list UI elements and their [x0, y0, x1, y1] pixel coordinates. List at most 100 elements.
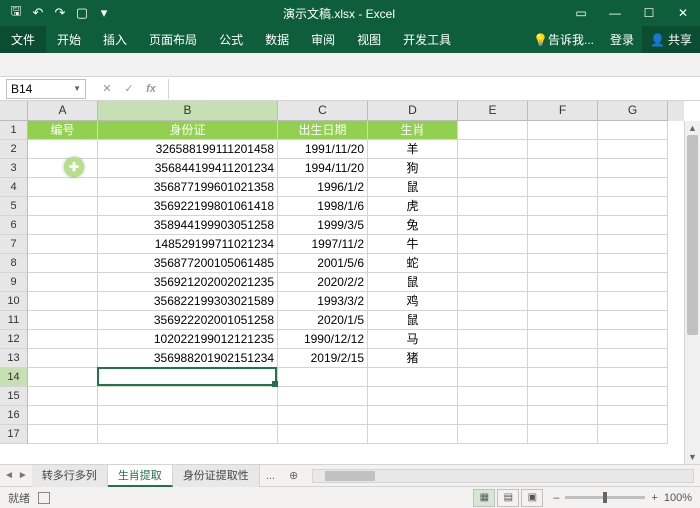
row-headers[interactable]: 1234567891011121314151617 [0, 121, 28, 444]
row-header-7[interactable]: 7 [0, 235, 28, 254]
col-header-G[interactable]: G [598, 101, 668, 121]
cell-A6[interactable] [28, 216, 98, 235]
row-header-8[interactable]: 8 [0, 254, 28, 273]
cell-D12[interactable]: 马 [368, 330, 458, 349]
tab-layout[interactable]: 页面布局 [138, 26, 208, 53]
row-header-6[interactable]: 6 [0, 216, 28, 235]
tab-insert[interactable]: 插入 [92, 26, 138, 53]
cell-C15[interactable] [278, 387, 368, 406]
cell-F13[interactable] [528, 349, 598, 368]
sheet-tab-1[interactable]: 转多行多列 [32, 465, 108, 487]
sheet-tab-2[interactable]: 生肖提取 [108, 465, 173, 487]
cell-A12[interactable] [28, 330, 98, 349]
cell-G14[interactable] [598, 368, 668, 387]
fx-icon[interactable]: fx [140, 79, 162, 99]
cell-G5[interactable] [598, 197, 668, 216]
name-box-dropdown-icon[interactable]: ▼ [73, 84, 81, 93]
cell-G2[interactable] [598, 140, 668, 159]
zoom-slider[interactable] [565, 496, 645, 499]
cell-A5[interactable] [28, 197, 98, 216]
cell-G10[interactable] [598, 292, 668, 311]
cell-F4[interactable] [528, 178, 598, 197]
cell-E6[interactable] [458, 216, 528, 235]
cell-C4[interactable]: 1996/1/2 [278, 178, 368, 197]
close-icon[interactable]: ✕ [666, 0, 700, 26]
qat-dropdown-icon[interactable]: ▾ [94, 3, 114, 23]
tab-view[interactable]: 视图 [346, 26, 392, 53]
cell-A2[interactable] [28, 140, 98, 159]
cell-E17[interactable] [458, 425, 528, 444]
col-header-B[interactable]: B [98, 101, 278, 121]
cell-B14[interactable] [98, 368, 278, 387]
cell-G4[interactable] [598, 178, 668, 197]
cell-B6[interactable]: 358944199903051258 [98, 216, 278, 235]
cell-C16[interactable] [278, 406, 368, 425]
row-header-14[interactable]: 14 [0, 368, 28, 387]
col-header-D[interactable]: D [368, 101, 458, 121]
cell-F2[interactable] [528, 140, 598, 159]
cell-F3[interactable] [528, 159, 598, 178]
cell-G16[interactable] [598, 406, 668, 425]
row-header-11[interactable]: 11 [0, 311, 28, 330]
cell-E1[interactable] [458, 121, 528, 140]
row-header-2[interactable]: 2 [0, 140, 28, 159]
cell-G3[interactable] [598, 159, 668, 178]
cell-C7[interactable]: 1997/11/2 [278, 235, 368, 254]
cell-A3[interactable] [28, 159, 98, 178]
cell-B2[interactable]: 326588199111201458 [98, 140, 278, 159]
cell-C17[interactable] [278, 425, 368, 444]
cell-D2[interactable]: 羊 [368, 140, 458, 159]
row-header-4[interactable]: 4 [0, 178, 28, 197]
scroll-up-icon[interactable]: ▲ [685, 121, 700, 135]
cell-A11[interactable] [28, 311, 98, 330]
row-header-12[interactable]: 12 [0, 330, 28, 349]
row-header-16[interactable]: 16 [0, 406, 28, 425]
cell-D17[interactable] [368, 425, 458, 444]
redo-icon[interactable]: ↷ [50, 3, 70, 23]
cell-A7[interactable] [28, 235, 98, 254]
cell-F14[interactable] [528, 368, 598, 387]
cell-D16[interactable] [368, 406, 458, 425]
cell-B5[interactable]: 356922199801061418 [98, 197, 278, 216]
zoom-out-icon[interactable]: – [553, 492, 559, 504]
cell-F11[interactable] [528, 311, 598, 330]
cell-E16[interactable] [458, 406, 528, 425]
cell-G7[interactable] [598, 235, 668, 254]
cell-C14[interactable] [278, 368, 368, 387]
cell-C1[interactable]: 出生日期 [278, 121, 368, 140]
cell-G11[interactable] [598, 311, 668, 330]
cell-B1[interactable]: 身份证 [98, 121, 278, 140]
ribbon-display-icon[interactable]: ▭ [564, 0, 598, 26]
cell-E11[interactable] [458, 311, 528, 330]
formula-input[interactable] [169, 77, 700, 100]
macro-record-icon[interactable] [38, 492, 50, 504]
cell-F6[interactable] [528, 216, 598, 235]
hscroll-thumb[interactable] [325, 471, 375, 481]
cell-F16[interactable] [528, 406, 598, 425]
cell-D11[interactable]: 鼠 [368, 311, 458, 330]
cell-D10[interactable]: 鸡 [368, 292, 458, 311]
cell-F10[interactable] [528, 292, 598, 311]
scroll-thumb[interactable] [687, 135, 698, 335]
cell-C11[interactable]: 2020/1/5 [278, 311, 368, 330]
cell-C2[interactable]: 1991/11/20 [278, 140, 368, 159]
cell-C10[interactable]: 1993/3/2 [278, 292, 368, 311]
cell-F1[interactable] [528, 121, 598, 140]
row-header-5[interactable]: 5 [0, 197, 28, 216]
cells-area[interactable]: 编号身份证出生日期生肖3265881991112014581991/11/20羊… [28, 121, 684, 464]
share-button[interactable]: 👤 共享 [642, 26, 700, 53]
tab-data[interactable]: 数据 [254, 26, 300, 53]
maximize-icon[interactable]: ☐ [632, 0, 666, 26]
tab-file[interactable]: 文件 [0, 26, 46, 53]
row-header-10[interactable]: 10 [0, 292, 28, 311]
cell-C8[interactable]: 2001/5/6 [278, 254, 368, 273]
scroll-down-icon[interactable]: ▼ [685, 450, 700, 464]
add-sheet-icon[interactable]: ⊕ [281, 469, 306, 482]
cell-E7[interactable] [458, 235, 528, 254]
vertical-scrollbar[interactable]: ▲ ▼ [684, 121, 700, 464]
cell-F12[interactable] [528, 330, 598, 349]
tell-me[interactable]: 💡 告诉我... [525, 26, 602, 53]
row-header-3[interactable]: 3 [0, 159, 28, 178]
undo-icon[interactable]: ↶ [28, 3, 48, 23]
cell-D14[interactable] [368, 368, 458, 387]
